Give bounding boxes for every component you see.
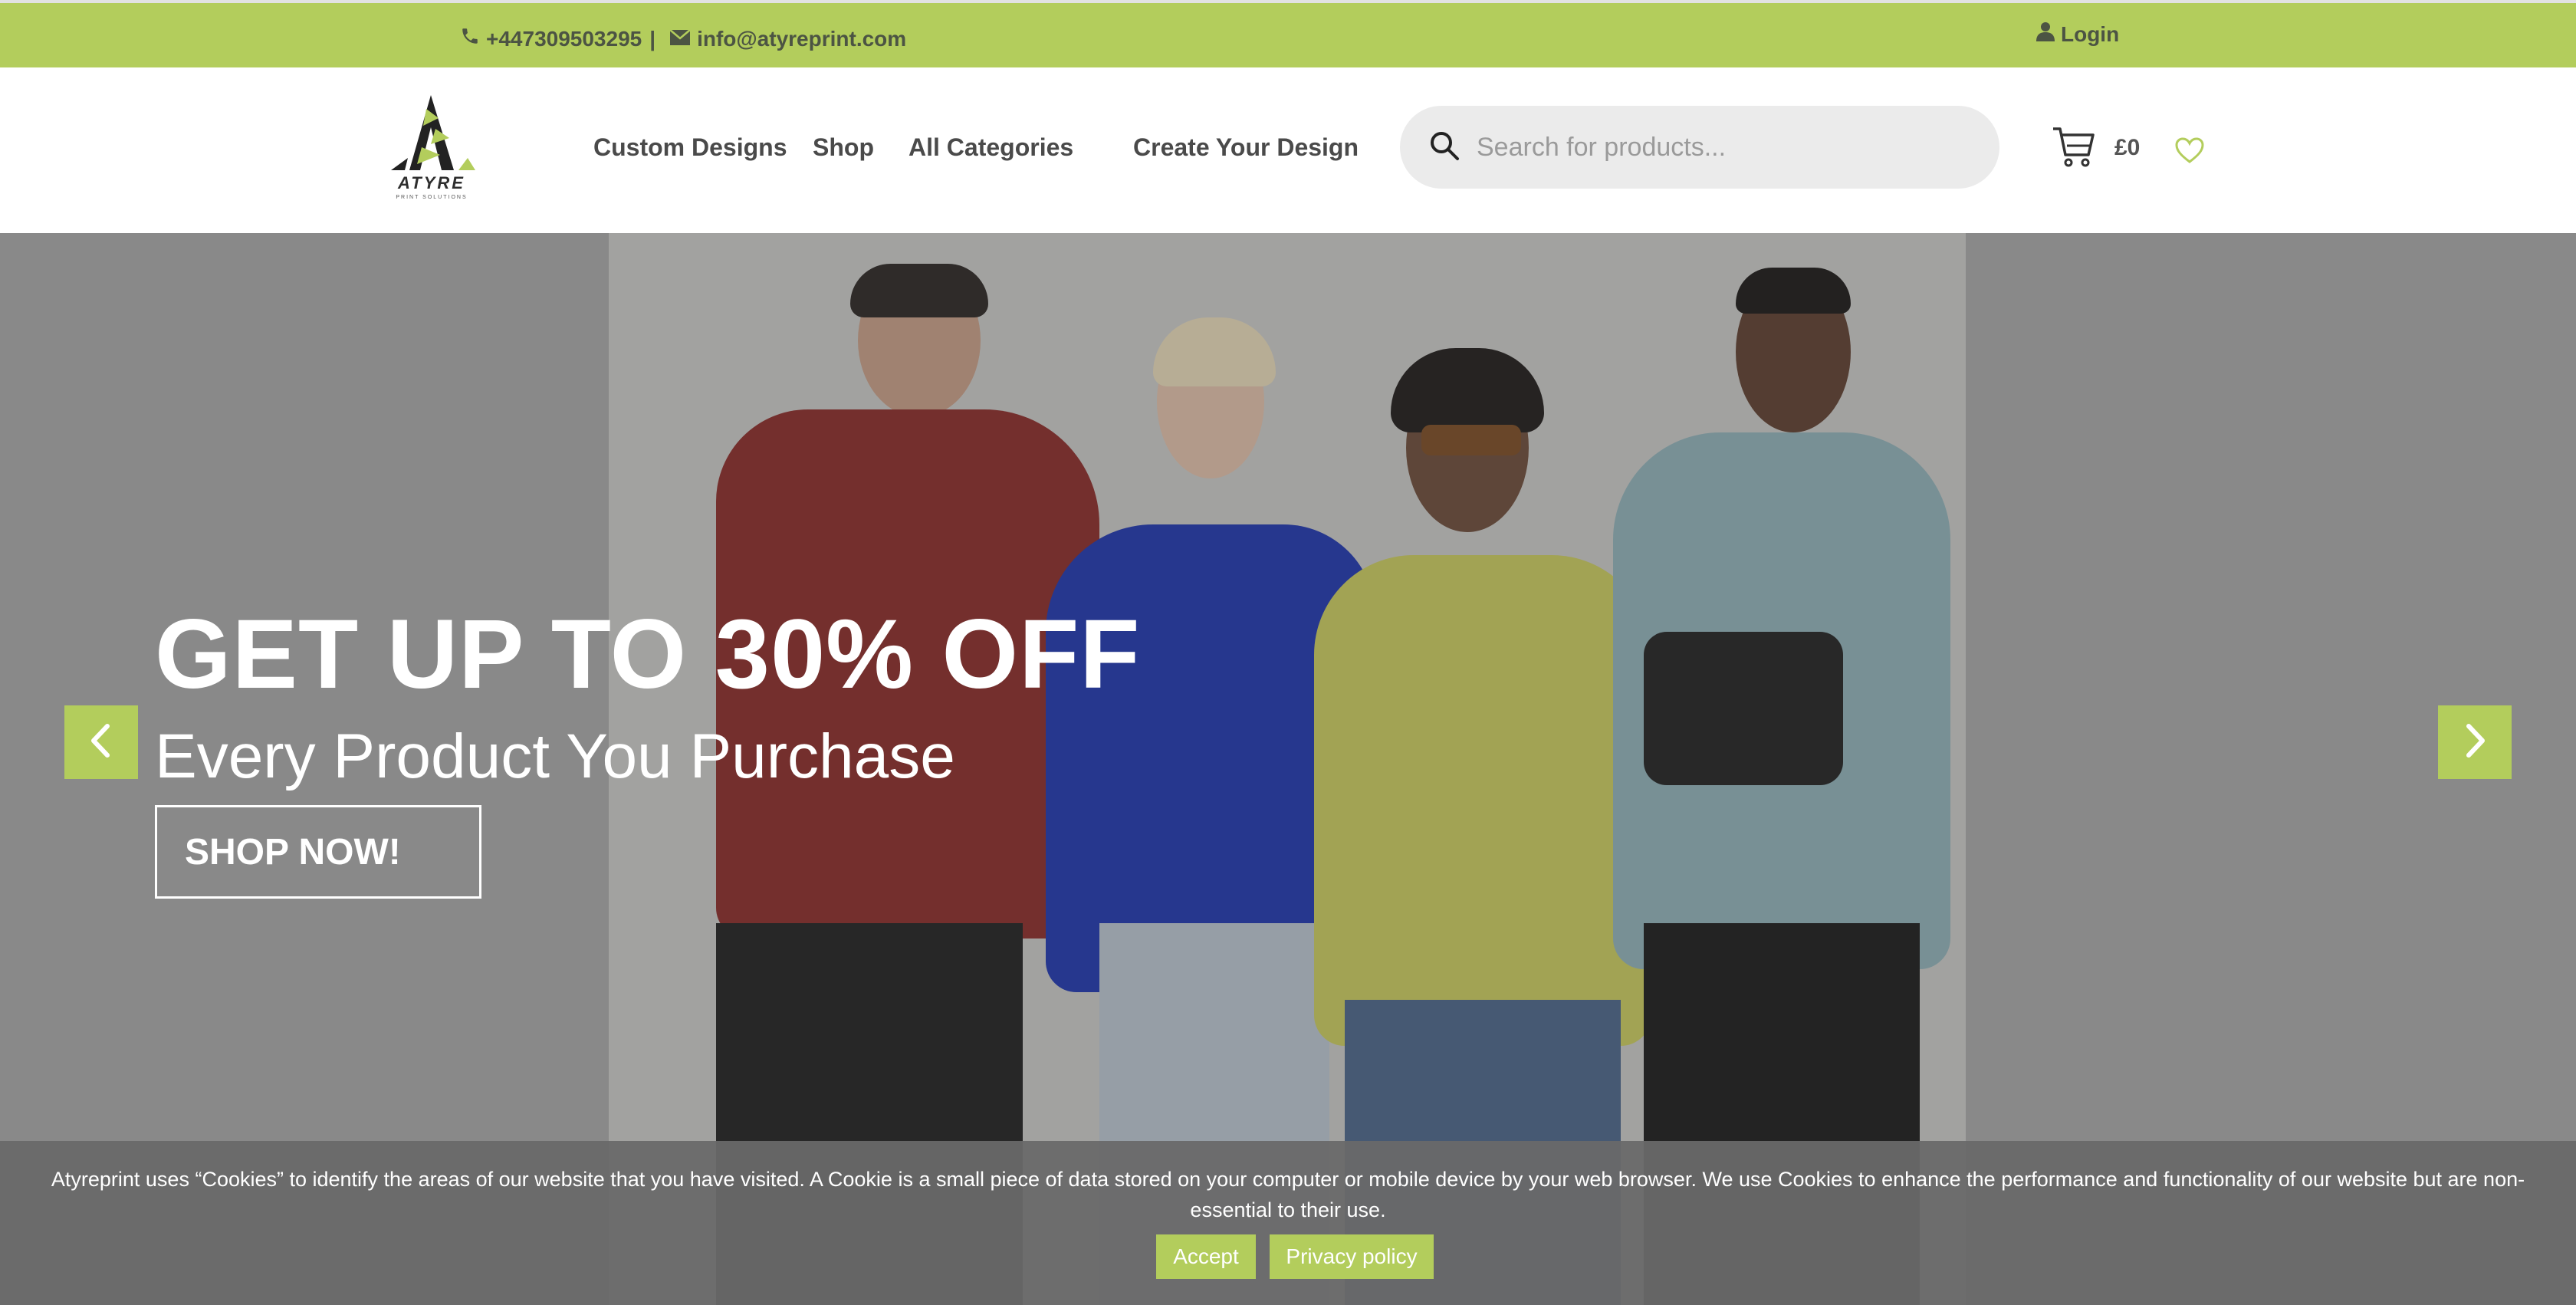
slider-prev-button[interactable]: [64, 705, 138, 779]
phone-icon: [460, 26, 486, 51]
nav-all-categories[interactable]: All Categories: [909, 133, 1073, 162]
logo-tagline: PRINT SOLUTIONS: [396, 195, 468, 200]
contact-info: +447309503295 | info@atyreprint.com: [460, 26, 906, 51]
email-address[interactable]: info@atyreprint.com: [697, 27, 906, 51]
heart-icon: [2174, 137, 2205, 167]
search-icon[interactable]: [1429, 130, 1460, 165]
wishlist-button[interactable]: [2174, 136, 2205, 168]
chevron-right-icon: [2459, 722, 2490, 764]
product-search-bar[interactable]: [1400, 106, 1999, 189]
shop-now-button[interactable]: SHOP NOW!: [155, 805, 481, 899]
logo-mark-icon: [391, 95, 475, 170]
slider-next-button[interactable]: [2438, 705, 2512, 779]
cookie-accept-button[interactable]: Accept: [1156, 1234, 1256, 1279]
search-input[interactable]: [1475, 131, 1966, 163]
cookie-privacy-policy-button[interactable]: Privacy policy: [1270, 1234, 1434, 1279]
nav-custom-designs[interactable]: Custom Designs: [593, 133, 787, 162]
cookie-message: Atyreprint uses “Cookies” to identify th…: [51, 1168, 2525, 1221]
cart-total[interactable]: £0: [2114, 135, 2140, 161]
nav-create-your-design[interactable]: Create Your Design: [1133, 133, 1359, 162]
login-link[interactable]: Login: [2036, 21, 2119, 47]
cart-button[interactable]: [2052, 124, 2096, 173]
contact-separator: |: [649, 26, 656, 51]
cart-icon: [2052, 127, 2096, 172]
mail-icon: [669, 27, 697, 51]
logo-wordmark: ATYRE: [398, 173, 465, 192]
hero-title: GET UP TO 30% OFF: [155, 600, 1141, 709]
login-label: Login: [2061, 21, 2120, 46]
site-header: ATYRE PRINT SOLUTIONS Custom Designs Sho…: [0, 67, 2576, 233]
phone-number[interactable]: +447309503295: [486, 27, 642, 51]
hero-subtitle: Every Product You Purchase: [155, 722, 955, 791]
top-contact-bar: +447309503295 | info@atyreprint.com Logi…: [0, 0, 2576, 67]
atyre-logo[interactable]: ATYRE PRINT SOLUTIONS: [385, 94, 478, 209]
nav-shop[interactable]: Shop: [813, 133, 874, 162]
cookie-banner: Atyreprint uses “Cookies” to identify th…: [0, 1141, 2576, 1305]
user-icon: [2036, 21, 2061, 47]
chevron-left-icon: [86, 722, 117, 764]
